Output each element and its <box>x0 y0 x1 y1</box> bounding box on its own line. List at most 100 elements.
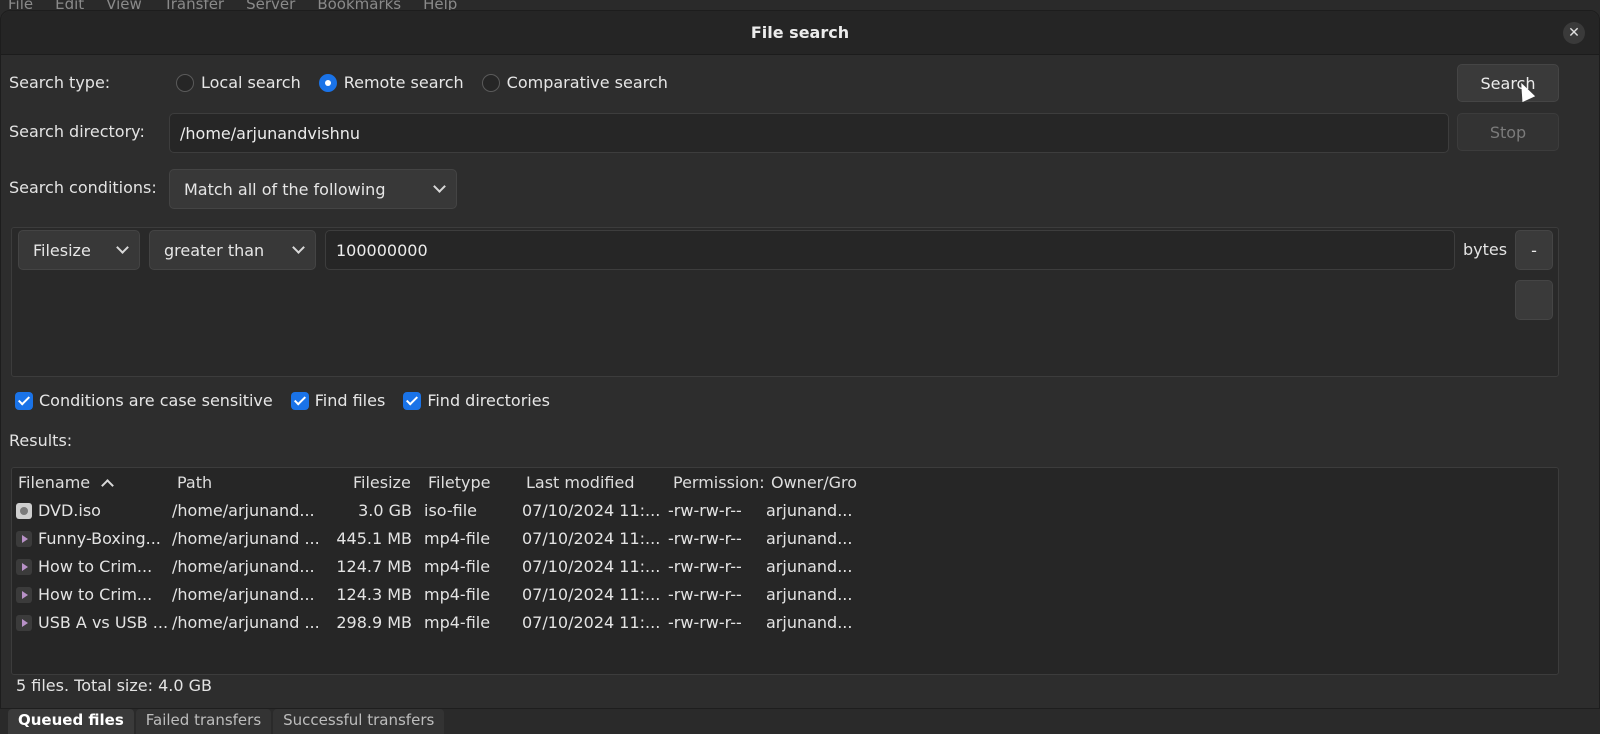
condition-operator-value: greater than <box>164 240 265 260</box>
checkbox-box[interactable] <box>403 391 422 410</box>
checkbox-case-sensitive[interactable]: Conditions are case sensitive <box>15 391 273 410</box>
search-type-label: Search type: <box>9 73 111 92</box>
conditions-mode-dropdown[interactable]: Match all of the following <box>169 169 457 209</box>
cell-filetype: mp4-file <box>424 557 491 576</box>
cell-permissions: -rw-rw-r-- <box>668 501 742 520</box>
checkbox-find-files[interactable]: Find files <box>290 391 385 410</box>
cell-filename: DVD.iso <box>38 501 101 520</box>
checkbox-box[interactable] <box>290 391 309 410</box>
cell-owner: arjunand... <box>766 613 853 632</box>
cell-permissions: -rw-rw-r-- <box>668 613 742 632</box>
column-filetype[interactable]: Filetype <box>428 473 491 492</box>
radio-comparative-search[interactable]: Comparative search <box>481 73 668 92</box>
cell-path: /home/arjunand... <box>172 585 315 604</box>
tab-failed-transfers[interactable]: Failed transfers <box>135 709 272 734</box>
cell-path: /home/arjunand ... <box>172 529 320 548</box>
sort-ascending-icon <box>101 479 115 492</box>
cell-filesize: 298.9 MB <box>336 613 412 632</box>
cell-filesize: 124.7 MB <box>336 557 412 576</box>
cell-filetype: iso-file <box>424 501 478 520</box>
column-filesize[interactable]: Filesize <box>353 473 411 492</box>
search-directory-label: Search directory: <box>9 122 145 141</box>
cell-owner: arjunand... <box>766 585 853 604</box>
tab-successful-transfers[interactable]: Successful transfers <box>273 709 445 734</box>
close-icon[interactable]: ✕ <box>1563 22 1585 44</box>
cell-last-modified: 07/10/2024 11:... <box>522 557 661 576</box>
cell-filename: How to Crim... <box>38 557 153 576</box>
results-table: Filename Path Filesize Filetype Last mod… <box>11 467 1559 675</box>
checkbox-label: Find directories <box>427 391 550 410</box>
search-button[interactable]: Search <box>1457 64 1559 102</box>
cell-filetype: mp4-file <box>424 529 491 548</box>
table-row[interactable]: How to Crim... /home/arjunand... 124.3 M… <box>12 581 1558 609</box>
condition-unit-label: bytes <box>1463 240 1508 259</box>
table-row[interactable]: Funny-Boxing... /home/arjunand ... 445.1… <box>12 525 1558 553</box>
cell-path: /home/arjunand... <box>172 501 315 520</box>
condition-field-dropdown[interactable]: Filesize <box>18 230 140 270</box>
search-type-group: Local search Remote search Comparative s… <box>176 73 668 92</box>
file-search-dialog: File search ✕ Search type: Local search … <box>0 10 1600 724</box>
cell-path: /home/arjunand... <box>172 557 315 576</box>
tab-queued-files[interactable]: Queued files <box>8 709 134 734</box>
column-filename-label: Filename <box>18 473 91 492</box>
column-last-modified[interactable]: Last modified <box>526 473 634 492</box>
table-row[interactable]: DVD.iso /home/arjunand... 3.0 GB iso-fil… <box>12 497 1558 525</box>
results-header: Filename Path Filesize Filetype Last mod… <box>12 468 1558 498</box>
radio-remote-search[interactable]: Remote search <box>318 73 464 92</box>
results-status: 5 files. Total size: 4.0 GB <box>16 676 212 695</box>
cell-path: /home/arjunand ... <box>172 613 320 632</box>
cell-owner: arjunand... <box>766 557 853 576</box>
cell-owner: arjunand... <box>766 501 853 520</box>
radio-label: Comparative search <box>506 73 668 92</box>
column-permissions[interactable]: Permission: <box>673 473 765 492</box>
table-row[interactable]: USB A vs USB ... /home/arjunand ... 298.… <box>12 609 1558 637</box>
checkbox-label: Conditions are case sensitive <box>39 391 273 410</box>
radio-local-search[interactable]: Local search <box>176 73 301 92</box>
column-path[interactable]: Path <box>177 473 212 492</box>
cell-permissions: -rw-rw-r-- <box>668 585 742 604</box>
video-icon <box>16 531 32 547</box>
column-filename[interactable]: Filename <box>18 473 115 492</box>
condition-field-value: Filesize <box>33 240 91 260</box>
video-icon <box>16 615 32 631</box>
cell-last-modified: 07/10/2024 11:... <box>522 613 661 632</box>
results-label: Results: <box>9 431 73 450</box>
stop-button[interactable]: Stop <box>1457 113 1559 151</box>
cell-filetype: mp4-file <box>424 613 491 632</box>
dialog-titlebar[interactable]: File search ✕ <box>1 11 1599 55</box>
radio-dot[interactable] <box>176 73 194 92</box>
conditions-panel: Filesize greater than 100000000 bytes - <box>11 227 1559 377</box>
conditions-mode-value: Match all of the following <box>184 179 386 199</box>
cell-last-modified: 07/10/2024 11:... <box>522 585 661 604</box>
chevron-down-icon <box>292 241 305 254</box>
table-row[interactable]: How to Crim... /home/arjunand... 124.7 M… <box>12 553 1558 581</box>
cell-filename: Funny-Boxing... <box>38 529 161 548</box>
cell-last-modified: 07/10/2024 11:... <box>522 501 661 520</box>
dialog-title: File search <box>750 23 850 42</box>
video-icon <box>16 559 32 575</box>
condition-operator-dropdown[interactable]: greater than <box>149 230 316 270</box>
chevron-down-icon <box>116 241 129 254</box>
column-owner-group[interactable]: Owner/Gro <box>771 473 857 492</box>
radio-dot[interactable] <box>481 73 500 92</box>
video-icon <box>16 587 32 603</box>
disc-icon <box>16 503 32 519</box>
options-checkboxes: Conditions are case sensitive Find files… <box>15 391 550 410</box>
remove-condition-button[interactable]: - <box>1515 230 1553 270</box>
chevron-down-icon <box>433 180 446 193</box>
search-conditions-label: Search conditions: <box>9 178 157 197</box>
checkbox-box[interactable] <box>15 391 33 410</box>
radio-dot-selected[interactable] <box>318 73 337 92</box>
cell-owner: arjunand... <box>766 529 853 548</box>
cell-filetype: mp4-file <box>424 585 491 604</box>
cell-permissions: -rw-rw-r-- <box>668 529 742 548</box>
checkbox-find-directories[interactable]: Find directories <box>403 391 550 410</box>
cell-permissions: -rw-rw-r-- <box>668 557 742 576</box>
cell-filesize: 3.0 GB <box>358 501 412 520</box>
condition-value-input[interactable]: 100000000 <box>325 230 1455 270</box>
cell-filesize: 124.3 MB <box>336 585 412 604</box>
search-directory-input[interactable]: /home/arjunandvishnu <box>169 113 1449 153</box>
cell-filename: How to Crim... <box>38 585 153 604</box>
add-condition-button[interactable] <box>1515 280 1553 320</box>
cell-filename: USB A vs USB ... <box>38 613 169 632</box>
